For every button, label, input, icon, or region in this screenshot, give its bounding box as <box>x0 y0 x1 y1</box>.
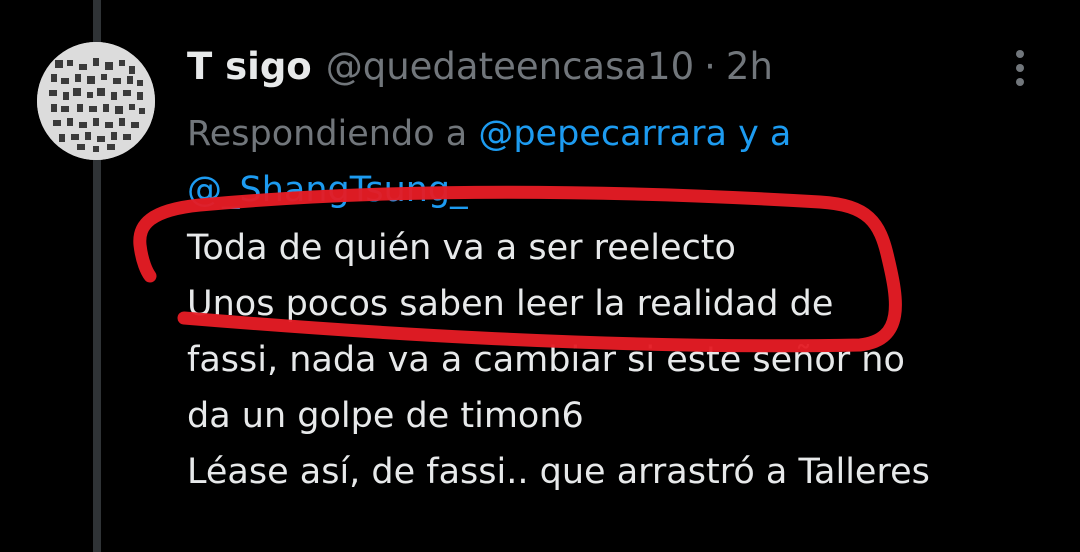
replying-prefix: Respondiendo a <box>187 114 479 154</box>
tweet-header: T sigo @quedateencasa10 · 2h <box>187 40 1047 92</box>
tweet-text-line: Toda de quién va a ser reelecto <box>187 228 736 268</box>
avatar-pattern-icon <box>37 42 155 160</box>
mention-link-2[interactable]: @_ShangTsung_ <box>187 170 468 210</box>
replying-joiner: y a <box>726 114 792 154</box>
tweet-text-line: Léase así, de fassi.. que arrastró a Tal… <box>187 452 930 492</box>
display-name[interactable]: T sigo <box>187 45 312 88</box>
tweet: T sigo @quedateencasa10 · 2h Respondiend… <box>187 40 1047 500</box>
more-options-icon[interactable] <box>1006 46 1034 90</box>
tweet-text-line: fassi, nada va a cambiar si este señor n… <box>187 340 905 380</box>
tweet-text: Toda de quién va a ser reelecto Unos poc… <box>187 220 1047 500</box>
tweet-text-line: Unos pocos saben leer la realidad de <box>187 284 834 324</box>
tweet-text-line: da un golpe de timon6 <box>187 396 584 436</box>
replying-to: Respondiendo a @pepecarrara y a @_ShangT… <box>187 106 947 218</box>
mention-link-1[interactable]: @pepecarrara <box>478 114 727 154</box>
timestamp[interactable]: 2h <box>726 45 773 88</box>
avatar[interactable] <box>37 42 155 160</box>
separator-dot: · <box>704 44 716 88</box>
user-handle[interactable]: @quedateencasa10 <box>326 45 694 88</box>
